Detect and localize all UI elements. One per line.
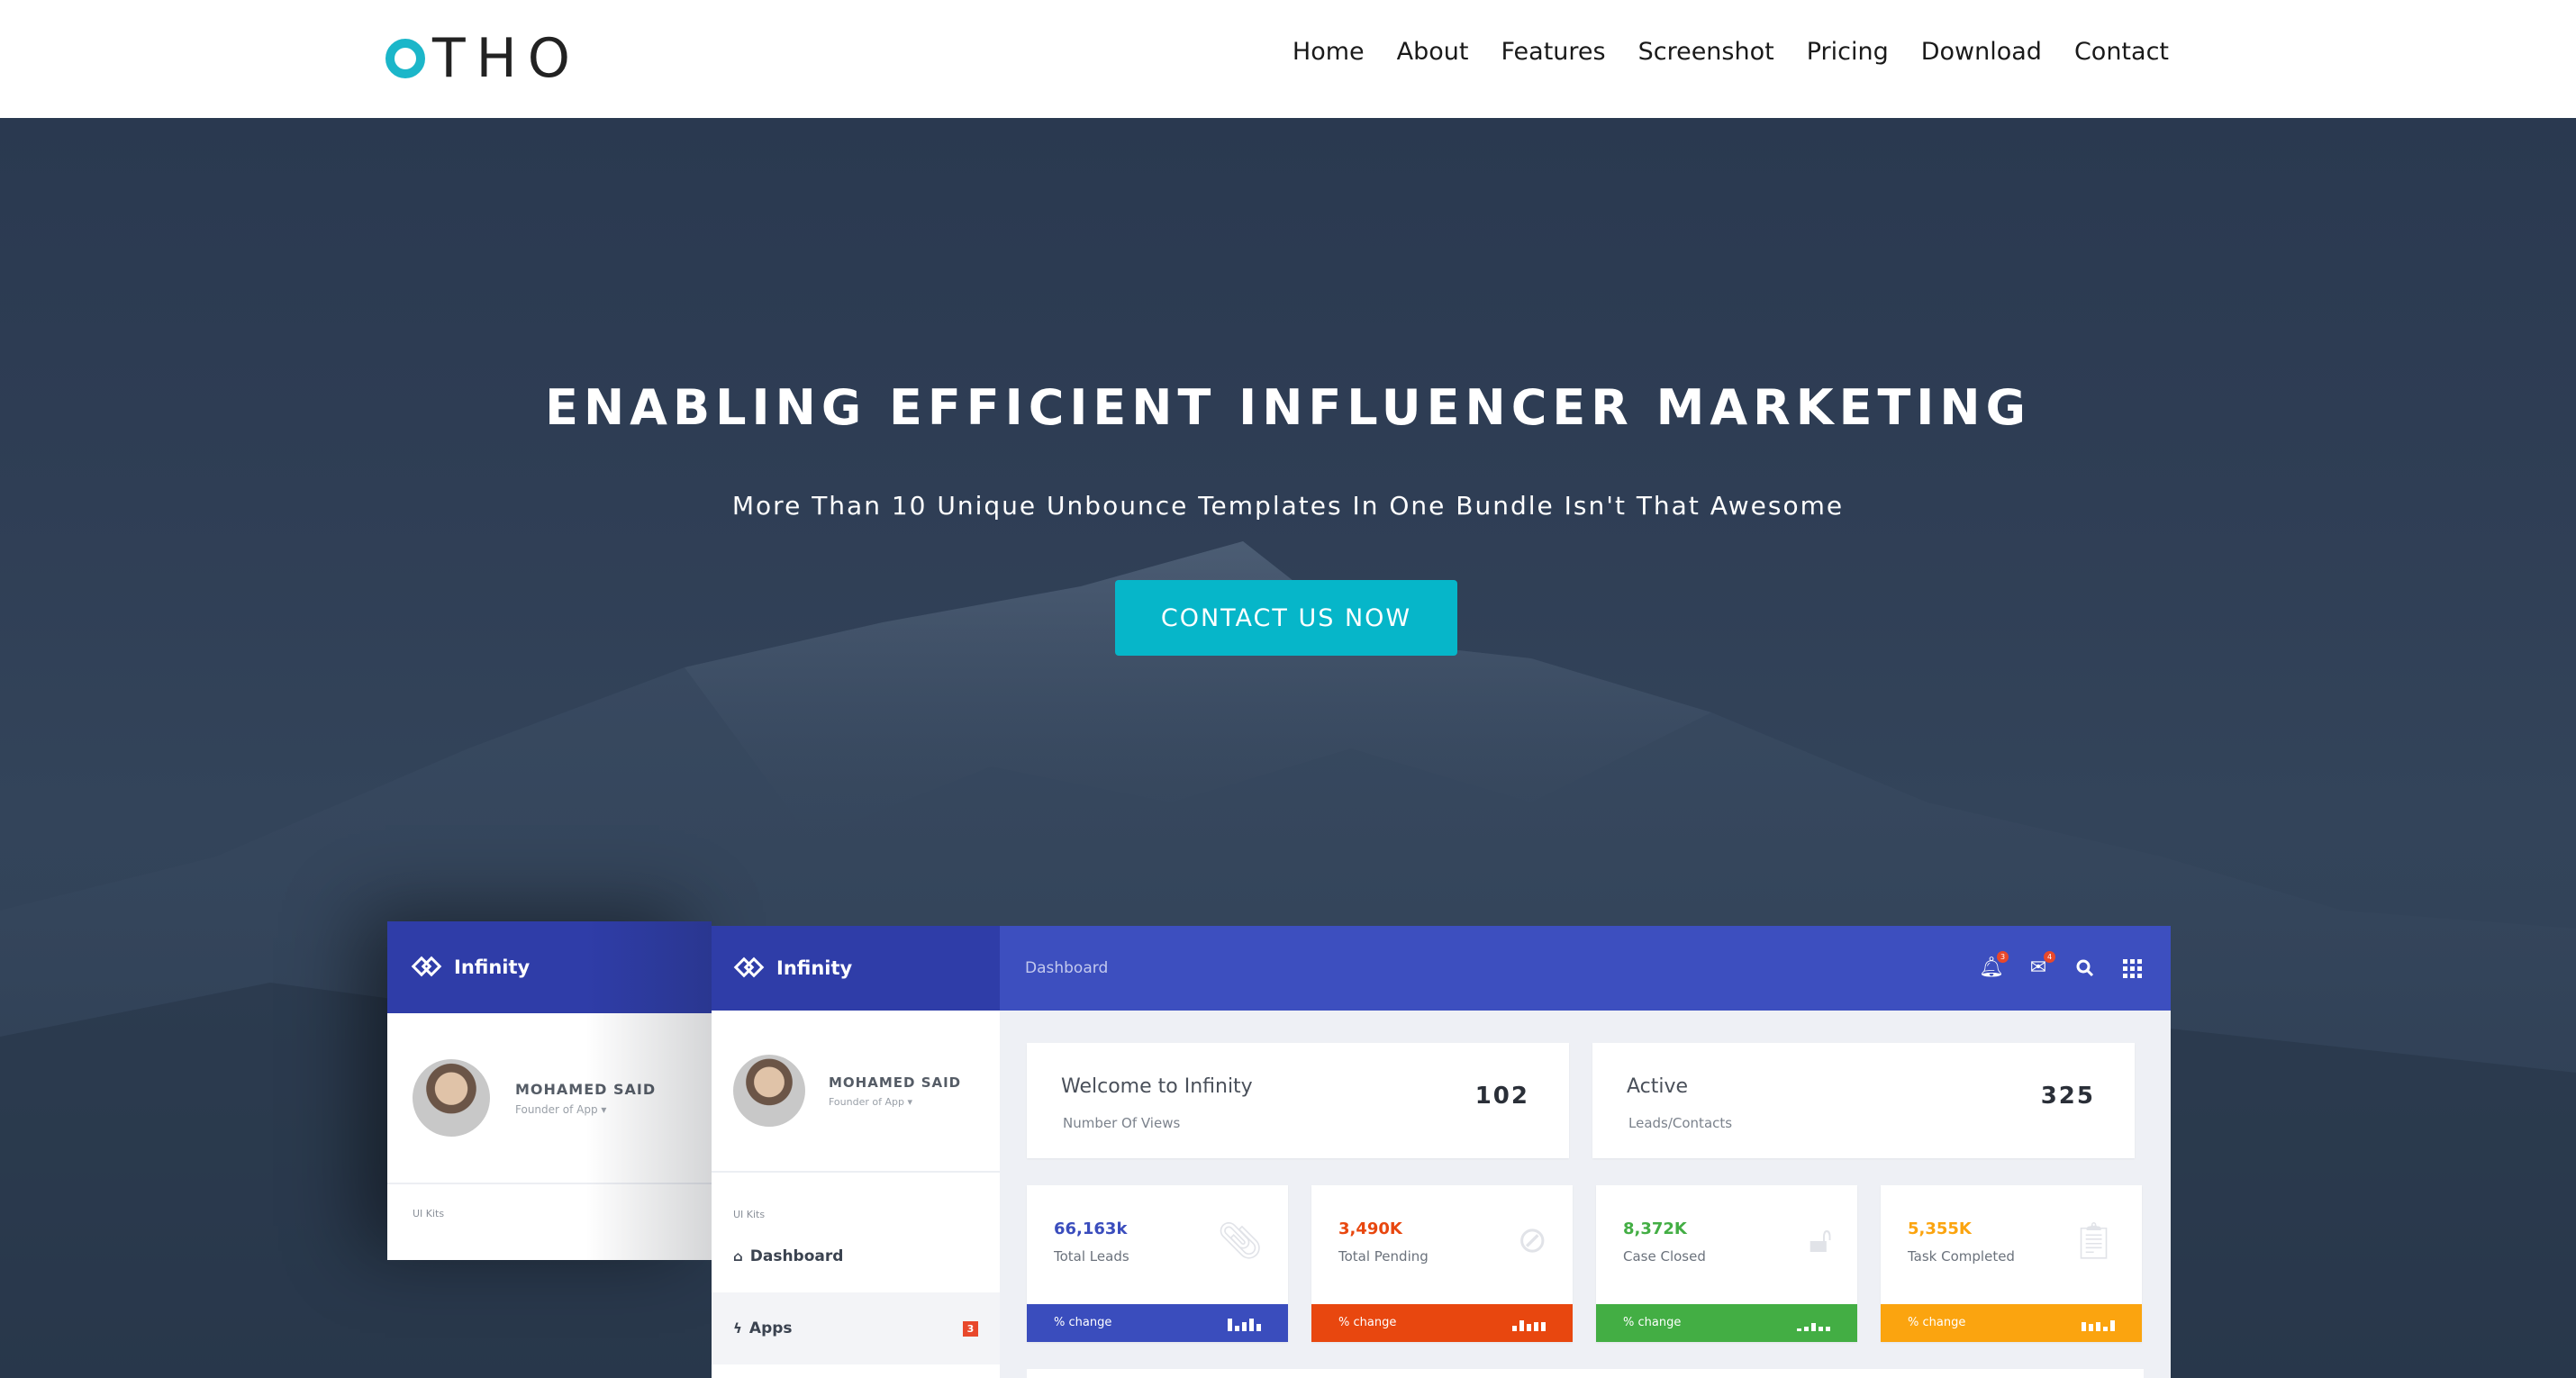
nav-pricing[interactable]: Pricing bbox=[1807, 34, 1889, 70]
bolt-icon: ϟ bbox=[733, 1320, 742, 1337]
hero-title: ENABLING EFFICIENT INFLUENCER MARKETING bbox=[545, 379, 2031, 436]
mini-bar-chart-icon bbox=[1512, 1320, 1546, 1331]
mobile-dashboard-mockup: Infinity MOHAMED SAID Founder of App ▾ U… bbox=[387, 921, 712, 1260]
stat-card-case-closed: 8,372K Case Closed 🔓︎ % change bbox=[1596, 1185, 1857, 1342]
nav-download[interactable]: Download bbox=[1921, 34, 2042, 70]
stat-label: Total Pending bbox=[1338, 1248, 1429, 1265]
desktop-dashboard-mockup: Infinity Dashboard 🔔︎ 3 ✉ 4 MOHAMED SAID F… bbox=[712, 926, 2171, 1378]
search-icon[interactable] bbox=[2073, 956, 2097, 980]
sidebar-item-dashboard[interactable]: ⌂ Dashboard bbox=[712, 1220, 1000, 1292]
logo-ring-icon bbox=[385, 39, 425, 78]
stat-value: 8,372K bbox=[1623, 1219, 1687, 1238]
mail-icon[interactable]: ✉ 4 bbox=[2027, 951, 2055, 980]
avatar bbox=[733, 1055, 805, 1127]
stat-change-label: % change bbox=[1338, 1316, 1397, 1329]
active-card: Active Leads/Contacts 325 bbox=[1592, 1043, 2135, 1158]
dashboard-sidebar: MOHAMED SAID Founder of App ▾ UI Kits ⌂ D… bbox=[712, 1011, 1000, 1378]
mini-bar-chart-icon bbox=[1228, 1319, 1261, 1331]
leads-count: 325 bbox=[2040, 1083, 2095, 1110]
profile-name: MOHAMED SAID bbox=[829, 1074, 962, 1091]
dashboard-content: Welcome to Infinity Number Of Views 102 … bbox=[1027, 1043, 2153, 1378]
stat-value: 3,490K bbox=[1338, 1219, 1402, 1238]
stat-change-label: % change bbox=[1054, 1316, 1112, 1329]
clipboard-icon: 📋︎ bbox=[2071, 1220, 2117, 1262]
ban-icon: ⊘ bbox=[1517, 1219, 1547, 1261]
profile-role[interactable]: Founder of App ▾ bbox=[829, 1096, 961, 1108]
mini-bar-chart-icon bbox=[1797, 1323, 1830, 1331]
stat-change-label: % change bbox=[1908, 1316, 1966, 1329]
paperclip-icon: 📎︎ bbox=[1217, 1220, 1263, 1262]
stat-value: 66,163k bbox=[1054, 1219, 1128, 1238]
mail-badge: 4 bbox=[2044, 951, 2055, 963]
apps-count-badge: 3 bbox=[963, 1320, 978, 1337]
top-navbar: THO Home About Features Screenshot Prici… bbox=[0, 0, 2576, 118]
stat-value: 5,355K bbox=[1908, 1219, 1972, 1238]
bell-icon[interactable]: 🔔︎ 3 bbox=[1979, 951, 2009, 980]
dashboard-brand: Infinity bbox=[712, 926, 1000, 1011]
stat-change-bar: % change bbox=[1027, 1304, 1288, 1342]
lock-icon: 🔓︎ bbox=[1809, 1219, 1832, 1261]
apps-grid-icon[interactable] bbox=[2120, 956, 2144, 980]
welcome-card-subtitle: Number Of Views bbox=[1063, 1115, 1181, 1131]
views-count: 102 bbox=[1474, 1083, 1529, 1110]
welcome-card-title: Welcome to Infinity bbox=[1061, 1075, 1253, 1098]
stat-label: Total Leads bbox=[1054, 1248, 1129, 1265]
active-card-title: Active bbox=[1627, 1075, 1689, 1098]
stat-change-bar: % change bbox=[1596, 1304, 1857, 1342]
sidebar-item-label: Apps bbox=[748, 1319, 793, 1337]
stat-card-total-leads: 66,163k Total Leads 📎︎ % change bbox=[1027, 1185, 1288, 1342]
stat-change-bar: % change bbox=[1311, 1304, 1573, 1342]
stat-label: Task Completed bbox=[1908, 1248, 2015, 1265]
infinity-logo-icon bbox=[411, 956, 442, 978]
logo-text: THO bbox=[432, 27, 581, 90]
avatar bbox=[413, 1059, 490, 1137]
stat-change-label: % change bbox=[1623, 1316, 1682, 1329]
nav-screenshot[interactable]: Screenshot bbox=[1638, 34, 1774, 70]
infinity-logo-icon bbox=[733, 956, 765, 979]
hero-subtitle: More Than 10 Unique Unbounce Templates I… bbox=[731, 491, 1845, 521]
stat-card-task-completed: 5,355K Task Completed 📋︎ % change bbox=[1881, 1185, 2142, 1342]
contact-us-button[interactable]: CONTACT US NOW bbox=[1115, 580, 1457, 656]
welcome-card: Welcome to Infinity Number Of Views 102 bbox=[1027, 1043, 1569, 1158]
nav-about[interactable]: About bbox=[1397, 34, 1469, 70]
mobile-mock-brand: Infinity bbox=[454, 956, 531, 978]
stat-card-total-pending: 3,490K Total Pending ⊘ % change bbox=[1311, 1185, 1573, 1342]
mini-bar-chart-icon bbox=[2082, 1320, 2115, 1331]
main-nav: Home About Features Screenshot Pricing D… bbox=[1260, 34, 2169, 70]
sidebar-section-label: UI Kits bbox=[733, 1209, 766, 1220]
logo[interactable]: THO bbox=[385, 27, 581, 90]
notification-badge: 3 bbox=[1997, 951, 2009, 963]
stat-label: Case Closed bbox=[1623, 1248, 1706, 1265]
nav-features[interactable]: Features bbox=[1501, 34, 1605, 70]
content-panel bbox=[1027, 1369, 2144, 1378]
home-icon: ⌂ bbox=[733, 1248, 743, 1265]
sidebar-profile: MOHAMED SAID Founder of App ▾ bbox=[712, 1011, 1000, 1173]
topbar-icons: 🔔︎ 3 ✉ 4 bbox=[1956, 926, 2144, 1011]
sidebar-item-label: Dashboard bbox=[749, 1247, 844, 1265]
mock-shadow-overlay bbox=[585, 921, 712, 1260]
nav-contact[interactable]: Contact bbox=[2074, 34, 2169, 70]
dashboard-brand-name: Infinity bbox=[776, 957, 853, 979]
stat-change-bar: % change bbox=[1881, 1304, 2142, 1342]
nav-home[interactable]: Home bbox=[1293, 34, 1365, 70]
breadcrumb: Dashboard bbox=[1025, 959, 1109, 977]
sidebar-item-apps[interactable]: ϟ Apps 3 bbox=[712, 1292, 1000, 1364]
active-card-subtitle: Leads/Contacts bbox=[1628, 1115, 1733, 1131]
dashboard-topbar: Infinity Dashboard 🔔︎ 3 ✉ 4 bbox=[712, 926, 2171, 1011]
